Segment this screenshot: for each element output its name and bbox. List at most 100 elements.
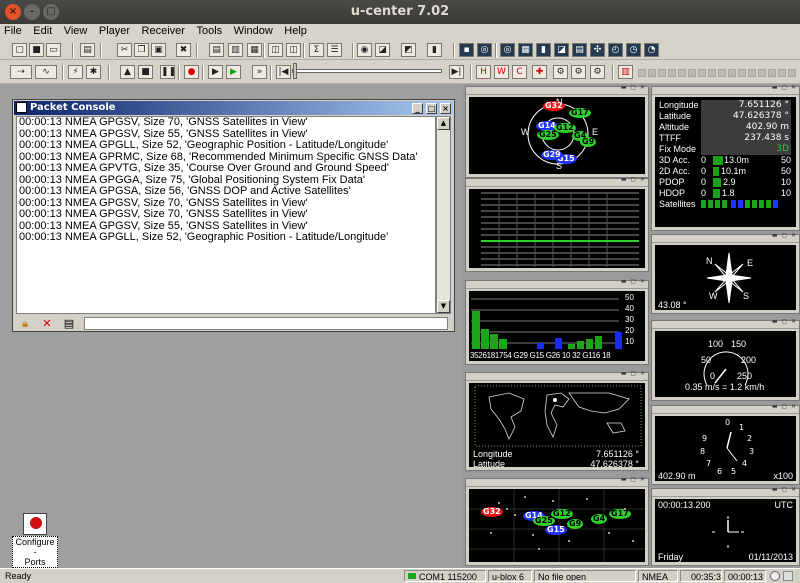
menu-file[interactable]: File: [0, 24, 26, 37]
map-icon[interactable]: ◪: [375, 43, 390, 57]
debug-icon[interactable]: ✱: [86, 65, 101, 79]
save-icon[interactable]: ■: [29, 43, 44, 57]
open-folder-icon[interactable]: ▭: [46, 43, 61, 57]
print-icon[interactable]: ▤: [80, 43, 95, 57]
paste-icon[interactable]: ▣: [151, 43, 166, 57]
menu-tools[interactable]: Tools: [192, 24, 226, 37]
data-view-pane[interactable]: Longitude 7.651126 ° Latitude 47.626378 …: [651, 84, 800, 231]
speed-icon[interactable]: ◴: [608, 43, 623, 57]
settings-icon[interactable]: ⚙: [590, 65, 605, 79]
map-latitude-value: 47.626378 °: [590, 459, 639, 467]
export-icon[interactable]: ▥: [228, 43, 243, 57]
ground-sat-marker: G4: [591, 514, 608, 524]
connection-icon[interactable]: ⇢: [10, 65, 32, 79]
configure-ports-desktop-icon[interactable]: Configure - Ports: [12, 513, 58, 568]
satellite-table-pane[interactable]: [465, 176, 649, 272]
console-minimize-button[interactable]: _: [412, 103, 423, 114]
lock-icon[interactable]: 🔒︎: [16, 316, 34, 331]
clock-icon[interactable]: ◔: [644, 43, 659, 57]
packet-console-window[interactable]: Packet Console _ □ × 00:00:13 NMEA GPGSV…: [12, 99, 455, 332]
altimeter-pane[interactable]: 012 345 678 9 402.90 m x100: [651, 403, 800, 485]
playback-slider-thumb[interactable]: [293, 63, 297, 79]
stop-icon[interactable]: ■: [138, 65, 153, 79]
menu-view[interactable]: View: [60, 24, 92, 37]
compass-icon[interactable]: ✣: [590, 43, 605, 57]
resize-grip-icon[interactable]: [783, 571, 793, 581]
rewind-icon[interactable]: |◀: [276, 65, 291, 79]
tile-view-icon[interactable]: ◫: [286, 43, 301, 57]
globe-icon[interactable]: ◉: [357, 43, 372, 57]
send-icon[interactable]: ⚙: [571, 65, 586, 79]
text-console-icon[interactable]: Σ: [309, 43, 324, 57]
play-icon[interactable]: ▶: [226, 65, 241, 79]
filter-settings-icon[interactable]: ▤: [60, 316, 78, 331]
step-forward-icon[interactable]: ▶: [208, 65, 223, 79]
signal-strength-pane[interactable]: 50 40 30 20 10 3526181754 G29 G15 G26 10…: [465, 278, 649, 365]
speedometer-pane[interactable]: 100 150 50 200 0 250 0.35 m/s = 1.2 km/h: [651, 318, 800, 401]
report-icon[interactable]: ▦: [247, 43, 262, 57]
menu-window[interactable]: Window: [230, 24, 277, 37]
menu-edit[interactable]: Edit: [29, 24, 56, 37]
data-value: 237.438 s: [701, 133, 791, 144]
packet-list[interactable]: 00:00:13 NMEA GPGSV, Size 70, 'GNSS Sate…: [16, 116, 436, 314]
autobaud-icon[interactable]: ⚡: [68, 65, 83, 79]
clear-icon[interactable]: ✕: [38, 316, 56, 331]
list-view-icon[interactable]: ☰: [327, 43, 342, 57]
satellite-map-pane[interactable]: G32 G14 G25 G12 G15 G9 G4 G17: [465, 476, 649, 566]
map-view-icon[interactable]: ◪: [554, 43, 569, 57]
packet-row[interactable]: 00:00:13 NMEA GPVTG, Size 35, 'Course Ov…: [17, 162, 435, 175]
packet-row[interactable]: 00:00:13 NMEA GPGSV, Size 70, 'GNSS Sate…: [17, 208, 435, 221]
menu-help[interactable]: Help: [280, 24, 311, 37]
ground-sat-marker: G32: [481, 507, 503, 517]
status-port[interactable]: COM1 115200: [404, 570, 486, 582]
histogram-icon[interactable]: ▮: [427, 43, 442, 57]
receiver-config-icon[interactable]: ✚: [532, 65, 547, 79]
fast-forward-icon[interactable]: »: [252, 65, 267, 79]
stop-record-icon[interactable]: ✖: [176, 43, 191, 57]
packet-row[interactable]: 00:00:13 NMEA GPGSA, Size 56, 'GNSS DOP …: [17, 185, 435, 198]
baudrate-icon[interactable]: ∿: [35, 65, 57, 79]
chart-icon[interactable]: ◩: [401, 43, 416, 57]
packet-list-scrollbar[interactable]: ▲ ▼: [436, 116, 451, 314]
world-map-pane[interactable]: Longitude 7.651126 ° Latitude 47.626378 …: [465, 370, 649, 471]
satellite-view-icon[interactable]: ◎: [477, 43, 492, 57]
cold-start-icon[interactable]: C: [512, 65, 527, 79]
record-icon[interactable]: ●: [184, 65, 199, 79]
table-view-icon[interactable]: ▦: [518, 43, 533, 57]
copy-icon[interactable]: ❐: [134, 43, 149, 57]
new-file-icon[interactable]: ▢: [12, 43, 27, 57]
scroll-up-icon[interactable]: ▲: [437, 117, 450, 130]
playback-slider[interactable]: [292, 69, 442, 73]
cut-icon[interactable]: ✂: [117, 43, 132, 57]
clock-pane[interactable]: 00:00:13.200 UTC Friday 01/11/2013: [651, 486, 800, 566]
filter-input[interactable]: [84, 317, 448, 330]
console-close-button[interactable]: ×: [440, 103, 451, 114]
menu-player[interactable]: Player: [95, 24, 134, 37]
status-ready: Ready: [5, 571, 32, 581]
scroll-down-icon[interactable]: ▼: [437, 300, 450, 313]
poll-icon[interactable]: ⚙: [553, 65, 568, 79]
packet-row[interactable]: 00:00:13 NMEA GPGSV, Size 70, 'GNSS Sate…: [17, 117, 435, 129]
warm-start-icon[interactable]: W: [494, 65, 509, 79]
hardware-reset-icon[interactable]: H: [476, 65, 491, 79]
split-view-icon[interactable]: ◫: [268, 43, 283, 57]
packet-row[interactable]: 00:00:13 NMEA GPGLL, Size 52, 'Geographi…: [17, 139, 435, 152]
data-view-icon[interactable]: ▤: [572, 43, 587, 57]
document-icon[interactable]: ▤: [209, 43, 224, 57]
packet-row[interactable]: 00:00:13 NMEA GPGLL, Size 52, 'Geographi…: [17, 231, 435, 244]
altimeter-icon[interactable]: ◷: [626, 43, 641, 57]
packet-console-title-bar[interactable]: Packet Console _ □ ×: [14, 101, 453, 115]
compass-pane[interactable]: N E S W 43.08 °: [651, 232, 800, 314]
sky-view-icon[interactable]: ◎: [500, 43, 515, 57]
go-end-icon[interactable]: ▶|: [449, 65, 464, 79]
speed-tick: 50: [701, 355, 712, 365]
firmware-update-icon[interactable]: ▥: [618, 65, 633, 79]
signal-chart-icon[interactable]: ▮: [536, 43, 551, 57]
sky-view-pane[interactable]: N E S W G32 G17 G14 G12 G25 G4 G15 G29 G…: [465, 84, 649, 178]
monitor-icon[interactable]: ▪: [459, 43, 474, 57]
speed-reading: 0.35 m/s = 1.2 km/h: [685, 382, 765, 392]
eject-icon[interactable]: ▲: [120, 65, 135, 79]
console-maximize-button[interactable]: □: [426, 103, 437, 114]
pause-icon[interactable]: ❚❚: [160, 65, 175, 79]
menu-receiver[interactable]: Receiver: [138, 24, 189, 37]
